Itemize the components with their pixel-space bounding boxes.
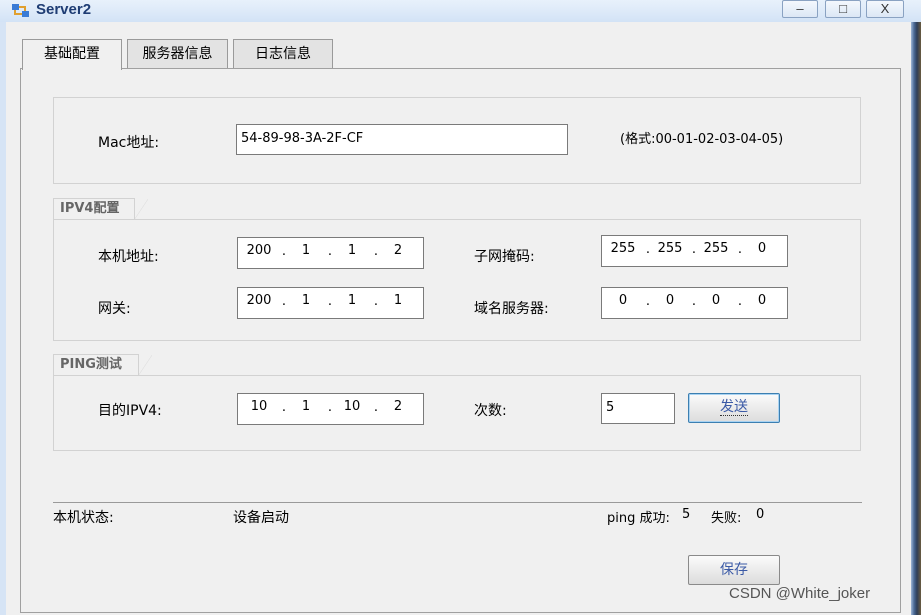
subnet-octet-3[interactable]: 255: [699, 241, 733, 256]
ip-dot: .: [373, 400, 379, 415]
tab-server-info[interactable]: 服务器信息: [127, 39, 228, 69]
ip-dot: .: [645, 242, 651, 257]
gateway-octet-3[interactable]: 1: [335, 293, 369, 308]
status-divider: [53, 502, 862, 503]
dns-octet-2[interactable]: 0: [653, 293, 687, 308]
gateway-octet-1[interactable]: 200: [242, 293, 276, 308]
ping-group: 目的IPV4: 10 . 1 . 10 . 2 次数: 5 发送: [53, 375, 861, 451]
ping-count-input[interactable]: 5: [601, 393, 675, 424]
ipv4-group: 本机地址: 200 . 1 . 1 . 2 子网掩码: 255 . 255 . …: [53, 219, 861, 341]
local-ip-octet-4[interactable]: 2: [381, 243, 415, 258]
ip-dot: .: [281, 244, 287, 259]
subnet-mask-field[interactable]: 255 . 255 . 255 . 0: [601, 235, 788, 267]
dest-octet-1[interactable]: 10: [242, 399, 276, 414]
ip-dot: .: [327, 400, 333, 415]
ip-dot: .: [281, 400, 287, 415]
dest-octet-4[interactable]: 2: [381, 399, 415, 414]
subnet-octet-4[interactable]: 0: [745, 241, 779, 256]
ip-dot: .: [691, 242, 697, 257]
basic-config-panel: Mac地址: 54-89-98-3A-2F-CF (格式:00-01-02-03…: [20, 68, 901, 613]
window-body: 基础配置 服务器信息 日志信息 Mac地址: 54-89-98-3A-2F-CF…: [6, 22, 911, 615]
window-title: Server2: [36, 1, 92, 18]
dns-label: 域名服务器:: [474, 301, 549, 317]
subnet-mask-label: 子网掩码:: [474, 249, 535, 265]
local-ip-label: 本机地址:: [98, 249, 159, 265]
status-label: 本机状态:: [53, 510, 114, 526]
ip-dot: .: [737, 242, 743, 257]
ping-success-label: ping 成功:: [607, 511, 670, 526]
ping-group-title: PING测试: [53, 354, 152, 376]
server-app-icon: [12, 4, 29, 17]
send-ping-label: 发送: [720, 399, 748, 416]
mac-group: Mac地址: 54-89-98-3A-2F-CF (格式:00-01-02-03…: [53, 97, 861, 184]
tab-log-info[interactable]: 日志信息: [233, 39, 333, 69]
mac-label: Mac地址:: [98, 135, 160, 151]
save-button[interactable]: 保存: [688, 555, 780, 585]
gateway-octet-4[interactable]: 1: [381, 293, 415, 308]
local-ip-field[interactable]: 200 . 1 . 1 . 2: [237, 237, 424, 269]
ip-dot: .: [327, 294, 333, 309]
ip-dot: .: [327, 244, 333, 259]
subnet-octet-2[interactable]: 255: [653, 241, 687, 256]
ip-dot: .: [691, 294, 697, 309]
ping-count-label: 次数:: [474, 403, 507, 419]
ping-success-count: 5: [682, 507, 691, 522]
csdn-watermark: CSDN @White_joker: [729, 585, 871, 602]
tab-basic-config[interactable]: 基础配置: [22, 39, 122, 70]
gateway-label: 网关:: [98, 301, 131, 317]
mac-address-input[interactable]: 54-89-98-3A-2F-CF: [236, 124, 568, 155]
dns-field[interactable]: 0 . 0 . 0 . 0: [601, 287, 788, 319]
dns-octet-3[interactable]: 0: [699, 293, 733, 308]
send-ping-button[interactable]: 发送: [688, 393, 780, 423]
maximize-button[interactable]: □: [825, 0, 861, 18]
ip-dot: .: [373, 294, 379, 309]
close-button[interactable]: X: [866, 0, 904, 18]
subnet-octet-1[interactable]: 255: [606, 241, 640, 256]
dest-octet-3[interactable]: 10: [335, 399, 369, 414]
minimize-button[interactable]: –: [782, 0, 818, 18]
ping-fail-count: 0: [756, 507, 765, 522]
ip-dot: .: [737, 294, 743, 309]
ping-fail-label: 失败:: [711, 511, 742, 526]
local-ip-octet-2[interactable]: 1: [289, 243, 323, 258]
dns-octet-1[interactable]: 0: [606, 293, 640, 308]
gateway-octet-2[interactable]: 1: [289, 293, 323, 308]
dest-ipv4-field[interactable]: 10 . 1 . 10 . 2: [237, 393, 424, 425]
ip-dot: .: [373, 244, 379, 259]
status-value: 设备启动: [233, 510, 289, 526]
dest-octet-2[interactable]: 1: [289, 399, 323, 414]
mac-format-hint: (格式:00-01-02-03-04-05): [620, 132, 784, 147]
title-bar[interactable]: Server2 – □ X: [0, 0, 921, 22]
ipv4-group-title: IPV4配置: [53, 198, 148, 220]
ip-dot: .: [281, 294, 287, 309]
local-ip-octet-3[interactable]: 1: [335, 243, 369, 258]
window-edge: [911, 22, 921, 615]
ip-dot: .: [645, 294, 651, 309]
local-ip-octet-1[interactable]: 200: [242, 243, 276, 258]
dest-ipv4-label: 目的IPV4:: [98, 403, 162, 419]
gateway-field[interactable]: 200 . 1 . 1 . 1: [237, 287, 424, 319]
dns-octet-4[interactable]: 0: [745, 293, 779, 308]
